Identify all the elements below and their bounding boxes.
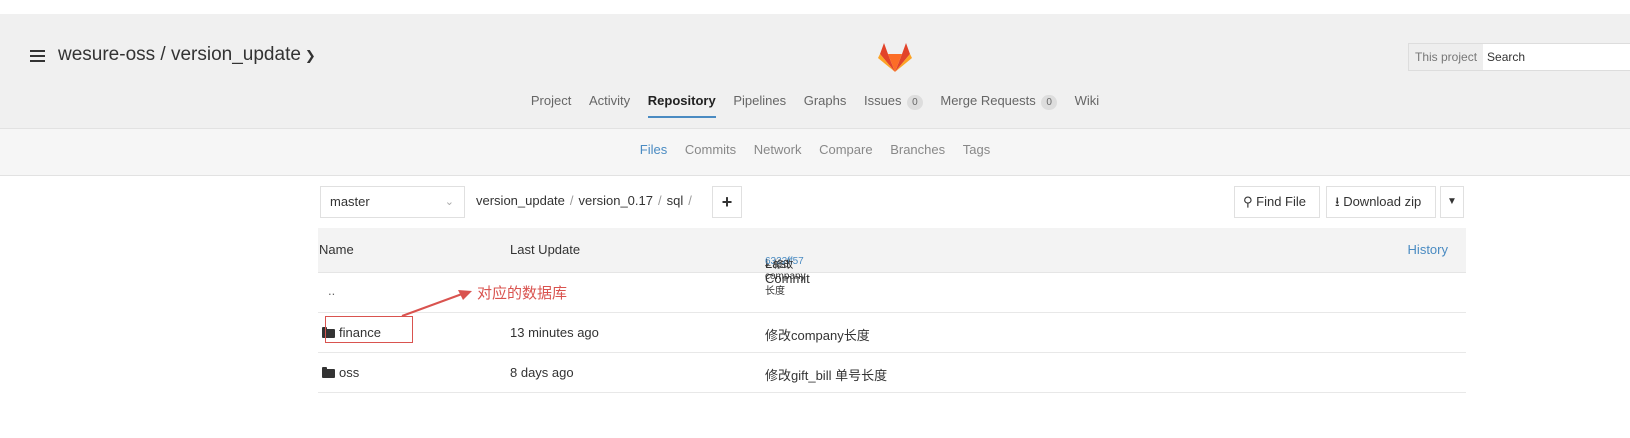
find-file-label: Find File — [1256, 194, 1307, 209]
chevron-down-icon[interactable]: ❯ — [305, 48, 316, 63]
tab-pipelines[interactable]: Pipelines — [733, 90, 786, 126]
column-header-last-update: Last Update — [510, 242, 581, 257]
search-input[interactable]: This project Search — [1408, 43, 1630, 71]
project-title-text: wesure-oss / version_update — [58, 44, 301, 65]
download-zip-label: Download zip — [1343, 194, 1422, 209]
breadcrumb-separator: / — [569, 193, 574, 208]
table-header: Name Last Update Last Commit › 6322ff57–… — [318, 228, 1466, 297]
sub-nav: Files Commits Network Compare Branches T… — [0, 142, 1630, 157]
tab-graphs[interactable]: Graphs — [804, 90, 847, 126]
tab-merge-requests-label: Merge Requests — [940, 93, 1036, 108]
tab-issues-label: Issues — [863, 93, 902, 108]
add-file-button[interactable]: + — [712, 186, 742, 218]
hamburger-menu-icon[interactable] — [30, 50, 45, 62]
download-options-button[interactable]: ▼ — [1440, 186, 1464, 218]
subtab-network[interactable]: Network — [754, 142, 802, 157]
gitlab-logo-icon[interactable] — [877, 40, 913, 74]
annotation-text: 对应的数据库 — [477, 285, 568, 302]
issues-count-badge: 0 — [907, 95, 923, 110]
subtab-commits[interactable]: Commits — [685, 142, 736, 157]
tab-activity[interactable]: Activity — [589, 90, 630, 126]
caret-down-icon: ▼ — [1447, 196, 1457, 207]
find-file-button[interactable]: ⚲ Find File — [1234, 186, 1320, 218]
last-update-cell: 13 minutes ago — [510, 325, 599, 340]
tab-issues[interactable]: Issues 0 — [864, 90, 923, 126]
column-header-name: Name — [319, 242, 354, 257]
subtab-tags[interactable]: Tags — [963, 142, 990, 157]
subtab-files[interactable]: Files — [640, 142, 667, 157]
last-update-cell: 8 days ago — [510, 365, 574, 380]
project-title[interactable]: wesure-oss / version_update ❯ — [58, 44, 316, 66]
breadcrumb: version_update / version_0.17 / sql / — [476, 193, 697, 208]
commit-message-cell[interactable]: 修改company长度 — [765, 325, 870, 344]
tab-wiki[interactable]: Wiki — [1075, 90, 1100, 126]
folder-icon — [322, 367, 335, 378]
file-table: Name Last Update Last Commit › 6322ff57–… — [318, 228, 1466, 393]
merge-requests-count-badge: 0 — [1041, 95, 1057, 110]
branch-select[interactable]: master ⌄ — [320, 186, 465, 218]
download-icon: ⭳ — [1335, 194, 1340, 209]
subtab-compare[interactable]: Compare — [819, 142, 872, 157]
file-name-cell[interactable]: oss — [322, 365, 359, 380]
table-row[interactable]: finance 13 minutes ago 修改company长度 — [318, 313, 1466, 353]
annotation-arrow-icon — [401, 290, 472, 317]
table-row[interactable]: oss 8 days ago 修改gift_bill 单号长度 — [318, 353, 1466, 393]
top-strip — [0, 0, 1630, 14]
subtab-branches[interactable]: Branches — [890, 142, 945, 157]
history-link[interactable]: History — [1408, 242, 1448, 257]
breadcrumb-item[interactable]: version_update — [476, 193, 565, 208]
tab-repository[interactable]: Repository — [647, 90, 716, 126]
commit-message-cell[interactable]: 修改gift_bill 单号长度 — [765, 365, 887, 384]
chevron-down-icon: ⌄ — [444, 196, 454, 208]
breadcrumb-separator: / — [657, 193, 662, 208]
branch-name: master — [330, 194, 370, 209]
tab-merge-requests[interactable]: Merge Requests 0 — [940, 90, 1057, 126]
search-placeholder: Search — [1487, 50, 1526, 64]
download-zip-button[interactable]: ⭳ Download zip — [1326, 186, 1436, 218]
parent-directory-link[interactable]: .. — [328, 283, 335, 298]
breadcrumb-item[interactable]: version_0.17 — [579, 193, 653, 208]
search-icon: ⚲ — [1243, 194, 1253, 209]
folder-name: oss — [339, 365, 360, 380]
breadcrumb-item[interactable]: sql — [667, 193, 684, 208]
breadcrumb-separator: / — [688, 193, 692, 208]
annotation-highlight-box — [325, 316, 413, 343]
search-scope-label: This project — [1409, 44, 1484, 70]
main-nav: Project Activity Repository Pipelines Gr… — [0, 90, 1630, 128]
tab-project[interactable]: Project — [531, 90, 571, 126]
